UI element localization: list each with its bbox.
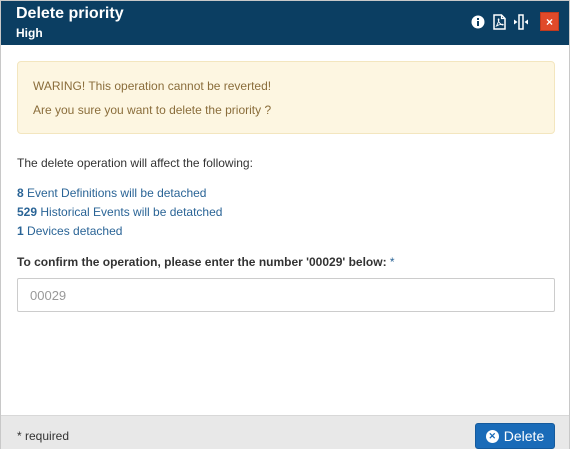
effect-item: 529 Historical Events will be detatched xyxy=(17,203,222,222)
delete-button-label: Delete xyxy=(503,428,545,444)
dialog-titlebar: Delete priority High × xyxy=(1,1,569,45)
delete-button[interactable]: ✕ Delete xyxy=(475,423,555,449)
times-circle-icon: ✕ xyxy=(485,429,499,443)
affect-intro-text: The delete operation will affect the fol… xyxy=(17,156,253,170)
resize-horizontal-icon[interactable] xyxy=(513,13,529,31)
dialog-subtitle: High xyxy=(16,26,43,40)
close-button[interactable]: × xyxy=(540,12,559,31)
effect-count: 1 xyxy=(17,224,24,238)
warning-line-1: WARING! This operation cannot be reverte… xyxy=(33,79,272,93)
effect-text: Devices detached xyxy=(23,224,123,238)
confirm-label: To confirm the operation, please enter t… xyxy=(17,255,395,269)
warning-line-2: Are you sure you want to delete the prio… xyxy=(33,103,272,117)
pdf-file-icon[interactable] xyxy=(491,13,507,31)
effect-text: Historical Events will be detatched xyxy=(37,205,223,219)
warning-alert: WARING! This operation cannot be reverte… xyxy=(17,61,555,134)
effect-item: 8 Event Definitions will be detached xyxy=(17,184,222,203)
delete-priority-dialog: Delete priority High × WARING! This oper… xyxy=(0,0,570,449)
dialog-footer: * required ✕ Delete xyxy=(1,415,569,449)
required-asterisk: * xyxy=(386,255,395,269)
effect-item: 1 Devices detached xyxy=(17,222,222,241)
effect-text: Event Definitions will be detached xyxy=(23,186,207,200)
required-note: * required xyxy=(17,429,70,443)
dialog-title: Delete priority xyxy=(16,5,124,22)
effect-count: 8 xyxy=(17,186,24,200)
close-icon: × xyxy=(545,14,553,29)
effects-list: 8 Event Definitions will be detached 529… xyxy=(17,184,222,241)
confirm-label-text: To confirm the operation, please enter t… xyxy=(17,255,387,269)
info-circle-icon[interactable] xyxy=(470,13,486,31)
confirm-number-input[interactable] xyxy=(17,278,555,312)
effect-count: 529 xyxy=(17,205,38,219)
